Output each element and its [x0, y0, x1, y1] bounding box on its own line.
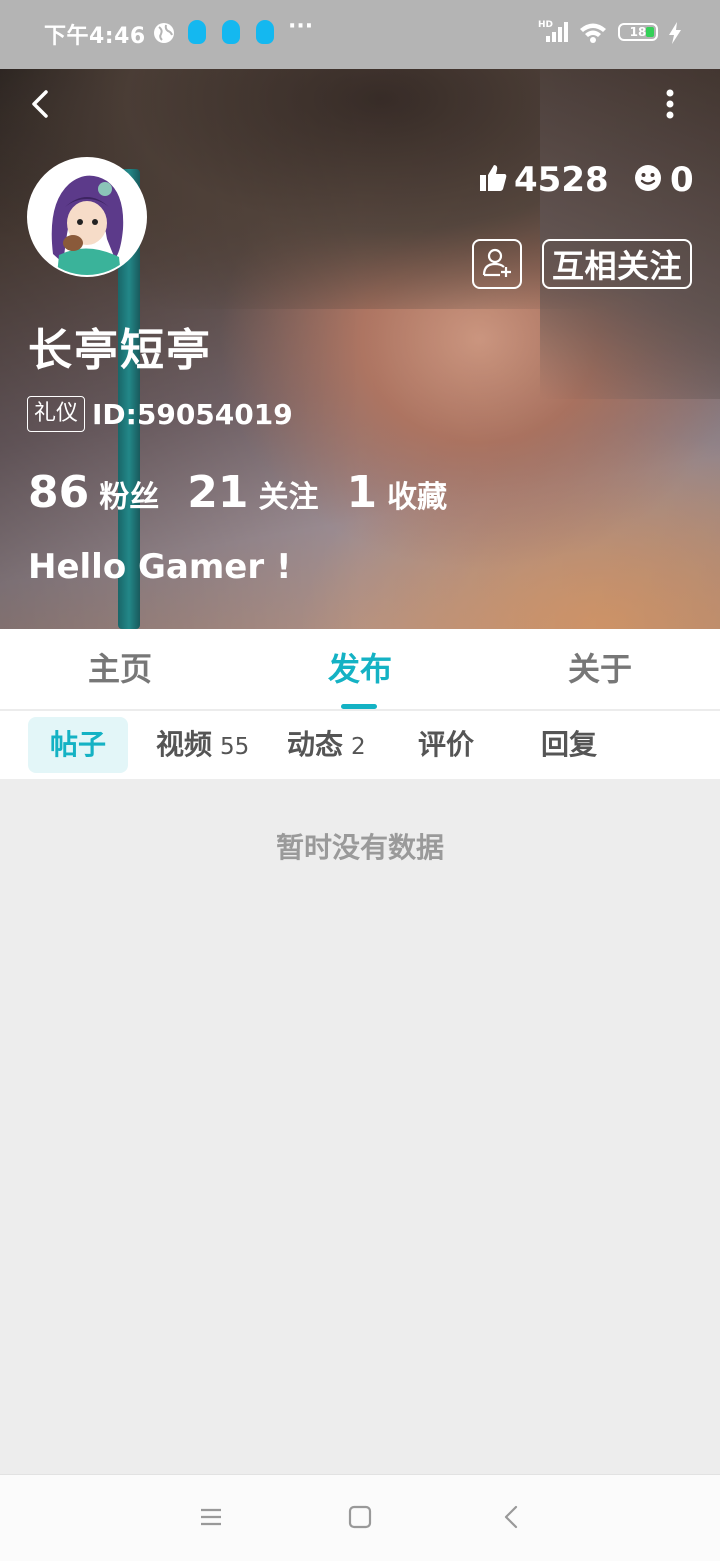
subtab-count: 2: [351, 734, 366, 760]
qq-icon: [188, 20, 206, 44]
menu-icon[interactable]: [199, 1505, 223, 1533]
charging-icon: [668, 22, 682, 48]
more-notifications-icon: ···: [288, 14, 314, 39]
qq-icon: [222, 20, 240, 44]
stat-label: 粉丝: [99, 480, 160, 515]
system-nav-bar: [0, 1474, 720, 1561]
username: 长亭短亭: [28, 325, 212, 376]
tab-about[interactable]: 关于: [500, 629, 700, 709]
subtab-moments[interactable]: 动态 2: [287, 717, 366, 773]
subtab-label: 帖子: [50, 728, 107, 761]
thumbs-up-icon: [478, 163, 508, 197]
subtab-threads[interactable]: 帖子: [28, 717, 129, 773]
subtab-label: 动态: [287, 728, 344, 761]
profile-tabs: 主页 发布 关于: [0, 629, 720, 711]
add-user-icon: [481, 246, 513, 282]
stat-favorites[interactable]: 1 收藏: [346, 467, 447, 518]
battery-icon: 18: [618, 23, 658, 41]
battery-level: 18: [629, 25, 647, 39]
likes-counter: 4528: [478, 160, 609, 200]
content-filter-tabs: 帖子 视频 55 动态 2 评价 回复: [0, 711, 720, 779]
profile-header: 4528 0 互相关注 长亭短亭 礼仪 ID:59054019 86 粉丝 21…: [0, 69, 720, 629]
stat-label: 收藏: [387, 480, 448, 515]
qq-icon: [256, 20, 274, 44]
back-icon[interactable]: [26, 89, 56, 119]
profile-stats: 86 粉丝 21 关注 1 收藏: [28, 467, 475, 518]
svg-text:HD: HD: [538, 20, 553, 30]
subtab-count: 55: [220, 734, 250, 760]
subtab-label: 视频: [156, 728, 213, 761]
wifi-icon: [578, 20, 608, 48]
role-badge: 礼仪: [27, 396, 86, 432]
empty-state-message: 暂时没有数据: [275, 831, 444, 864]
subtab-reviews[interactable]: 评价: [418, 717, 474, 773]
subtab-label: 回复: [541, 728, 598, 761]
stat-value: 86: [28, 467, 90, 518]
stat-value: 21: [187, 467, 249, 518]
stat-label: 关注: [258, 480, 319, 515]
emoji-counter: 0: [634, 160, 694, 200]
mutual-follow-button[interactable]: 互相关注: [542, 239, 692, 289]
signal-icon: HD: [538, 18, 570, 48]
active-tab-indicator: [341, 704, 377, 709]
globe-icon: [152, 21, 176, 49]
add-friend-button[interactable]: [472, 239, 522, 289]
avatar[interactable]: [27, 157, 147, 277]
status-bar: 下午4:46 ··· HD 18: [0, 0, 720, 69]
subtab-replies[interactable]: 回复: [541, 717, 597, 773]
subtab-videos[interactable]: 视频 55: [156, 717, 249, 773]
back-nav-icon[interactable]: [500, 1505, 524, 1533]
status-time: 下午4:46: [44, 24, 146, 49]
user-id: ID:59054019: [92, 398, 293, 431]
stat-value: 1: [346, 467, 378, 518]
stat-fans[interactable]: 86 粉丝: [28, 467, 159, 518]
more-menu-icon[interactable]: [656, 87, 684, 121]
subtab-label: 评价: [418, 728, 475, 761]
bio: Hello Gamer !: [28, 547, 292, 587]
stat-following[interactable]: 21 关注: [187, 467, 318, 518]
tab-home[interactable]: 主页: [20, 629, 220, 709]
smile-icon: [634, 164, 662, 196]
home-icon[interactable]: [348, 1505, 372, 1533]
tab-posts[interactable]: 发布: [260, 629, 460, 709]
emoji-count: 0: [670, 160, 694, 200]
likes-count: 4528: [514, 160, 609, 200]
